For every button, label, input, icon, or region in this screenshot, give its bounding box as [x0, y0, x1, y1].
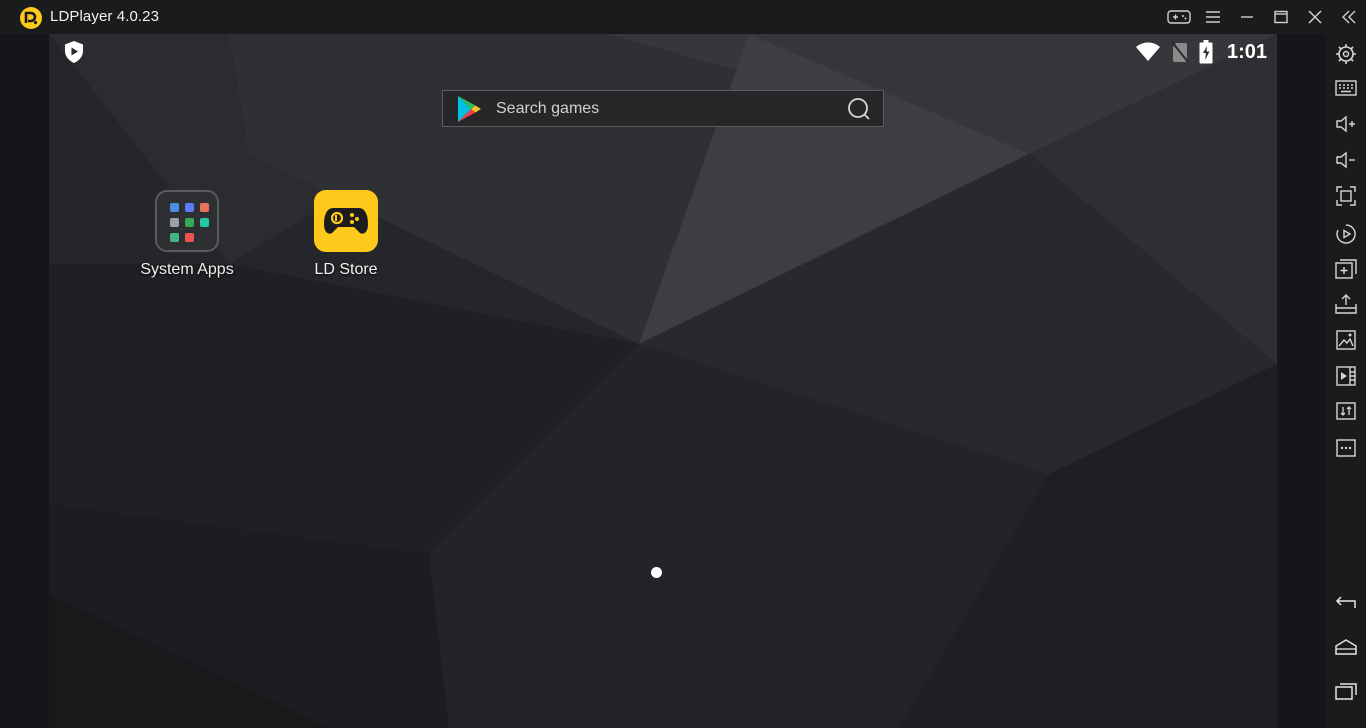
install-button[interactable]: [1333, 291, 1359, 317]
minimize-button[interactable]: [1230, 0, 1264, 34]
back-button[interactable]: [1333, 589, 1359, 615]
maximize-button[interactable]: [1264, 0, 1298, 34]
gamepad-icon: [324, 208, 368, 234]
app-ld-store[interactable]: LD Store: [286, 190, 406, 279]
right-toolbar: [1325, 34, 1366, 728]
page-indicator-dot: [651, 567, 662, 578]
left-border: [0, 34, 49, 728]
right-border: [1277, 34, 1325, 728]
keyboard-icon: [1335, 80, 1357, 96]
sync-icon: [1336, 402, 1356, 420]
wifi-icon: [1135, 42, 1160, 61]
volume-down-button[interactable]: [1333, 147, 1359, 173]
video-button[interactable]: [1333, 363, 1359, 389]
screenshot-icon: [1336, 330, 1356, 350]
close-button[interactable]: [1298, 0, 1332, 34]
ld-store-icon: [314, 190, 378, 252]
battery-charging-icon: [1199, 40, 1213, 64]
google-play-icon: [458, 95, 481, 122]
record-icon: [1336, 224, 1356, 244]
menu-button[interactable]: [1196, 0, 1230, 34]
window-controls: [1162, 0, 1366, 34]
gamepad-icon: [1167, 10, 1191, 24]
volume-up-icon: [1336, 115, 1355, 133]
status-clock: 1:01: [1226, 40, 1267, 63]
shield-play-icon: [65, 41, 83, 63]
search-icon[interactable]: [847, 97, 871, 121]
add-apk-icon: [1335, 259, 1357, 279]
status-bar-right: 1:01: [1135, 39, 1267, 65]
volume-down-icon: [1336, 151, 1355, 169]
collapse-sidebar-icon: [1342, 10, 1356, 24]
app-system-apps[interactable]: System Apps: [127, 190, 247, 279]
settings-button[interactable]: [1333, 41, 1359, 67]
back-icon: [1335, 596, 1356, 608]
sync-button[interactable]: [1333, 398, 1359, 424]
keymap-button[interactable]: [1162, 0, 1196, 34]
keyboard-button[interactable]: [1333, 75, 1359, 101]
app-label: System Apps: [140, 261, 234, 278]
search-input[interactable]: [496, 91, 847, 126]
video-icon: [1336, 366, 1356, 386]
menu-icon: [1206, 11, 1220, 23]
title-bar[interactable]: LDPlayer 4.0.23: [0, 0, 1366, 34]
wallpaper: [49, 34, 1277, 728]
settings-icon: [1336, 44, 1356, 64]
add-apk-button[interactable]: [1333, 256, 1359, 282]
home-icon: [1335, 639, 1357, 655]
more-icon: [1336, 439, 1356, 457]
volume-up-button[interactable]: [1333, 111, 1359, 137]
collapse-sidebar-button[interactable]: [1332, 0, 1366, 34]
close-icon: [1308, 10, 1322, 24]
maximize-icon: [1274, 10, 1288, 24]
ldplayer-logo-icon: [20, 7, 42, 29]
search-bar[interactable]: [442, 90, 884, 127]
minimize-icon: [1241, 16, 1253, 18]
app-label: LD Store: [314, 261, 378, 278]
no-sim-icon: [1171, 41, 1189, 63]
more-button[interactable]: [1333, 435, 1359, 461]
android-screen[interactable]: 1:01 System Apps: [49, 34, 1277, 728]
screenshot-button[interactable]: [1333, 327, 1359, 353]
record-button[interactable]: [1333, 221, 1359, 247]
home-button[interactable]: [1333, 634, 1359, 660]
fullscreen-icon: [1336, 186, 1356, 206]
system-apps-folder-icon: [155, 190, 219, 252]
install-icon: [1335, 294, 1357, 314]
window-title: LDPlayer 4.0.23: [50, 8, 160, 25]
fullscreen-button[interactable]: [1333, 183, 1359, 209]
recents-button[interactable]: [1333, 678, 1359, 704]
recents-icon: [1335, 683, 1357, 700]
